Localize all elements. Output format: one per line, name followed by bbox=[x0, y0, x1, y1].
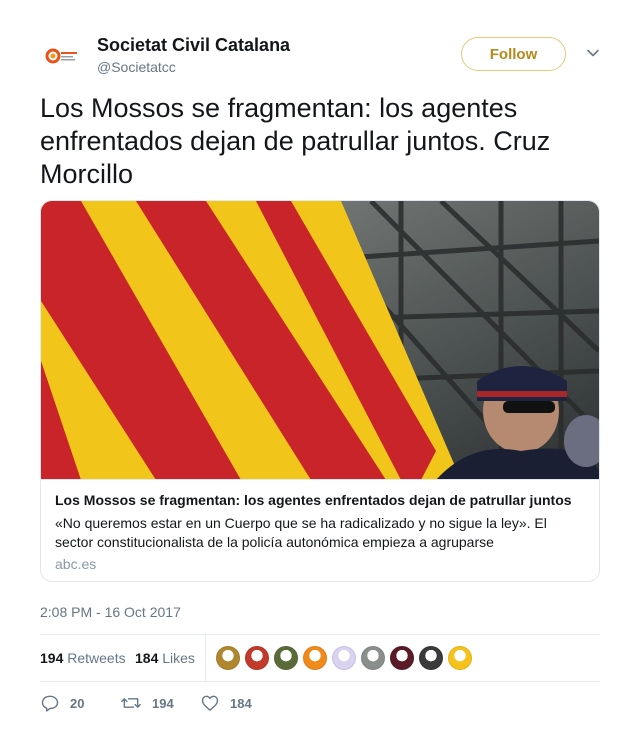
card-image[interactable] bbox=[41, 201, 599, 480]
retweets-stat[interactable]: 194 Retweets bbox=[40, 650, 126, 666]
like-button[interactable]: 184 bbox=[200, 692, 252, 714]
liker-avatar[interactable] bbox=[448, 646, 472, 670]
tweet-timestamp[interactable]: 2:08 PM - 16 Oct 2017 bbox=[40, 604, 181, 620]
likes-stat[interactable]: 184 Likes bbox=[135, 650, 195, 666]
stats-divider bbox=[205, 635, 206, 681]
likes-count: 184 bbox=[135, 650, 159, 666]
author-name[interactable]: Societat Civil Catalana bbox=[97, 35, 290, 56]
card-description: «No queremos estar en un Cuerpo que se h… bbox=[55, 515, 547, 550]
reply-icon bbox=[40, 693, 60, 713]
reply-button[interactable]: 20 bbox=[40, 692, 84, 714]
tweet-actions: 20 194 184 bbox=[40, 692, 600, 716]
liker-avatar[interactable] bbox=[303, 646, 327, 670]
liker-avatar[interactable] bbox=[216, 646, 240, 670]
scc-logo-icon bbox=[40, 32, 88, 80]
link-card[interactable]: Los Mossos se fragmentan: los agentes en… bbox=[40, 200, 600, 582]
author-handle[interactable]: @Societatcc bbox=[97, 59, 176, 75]
liker-avatar[interactable] bbox=[274, 646, 298, 670]
heart-icon bbox=[200, 693, 220, 713]
like-count: 184 bbox=[230, 695, 252, 711]
tweet-stats: 194 Retweets 184 Likes bbox=[40, 634, 600, 682]
retweet-button[interactable]: 194 bbox=[120, 692, 174, 714]
liker-avatar[interactable] bbox=[419, 646, 443, 670]
card-domain[interactable]: abc.es bbox=[55, 556, 96, 572]
tweet-text: Los Mossos se fragmentan: los agentes en… bbox=[40, 93, 551, 189]
liker-avatar[interactable] bbox=[332, 646, 356, 670]
liker-avatar[interactable] bbox=[361, 646, 385, 670]
reply-count: 20 bbox=[70, 695, 85, 711]
retweet-icon bbox=[120, 693, 142, 713]
retweets-label: Retweets bbox=[67, 650, 126, 666]
retweets-count: 194 bbox=[40, 650, 64, 666]
profile-avatar[interactable] bbox=[40, 32, 88, 80]
likes-label: Likes bbox=[162, 650, 195, 666]
tweet-header: Societat Civil Catalana @Societatcc Foll… bbox=[40, 32, 600, 80]
card-title[interactable]: Los Mossos se fragmentan: los agentes en… bbox=[55, 492, 585, 508]
chevron-down-icon[interactable] bbox=[584, 44, 602, 62]
retweet-count: 194 bbox=[152, 695, 174, 711]
follow-button[interactable]: Follow bbox=[461, 37, 566, 71]
liker-avatar[interactable] bbox=[245, 646, 269, 670]
liker-avatar[interactable] bbox=[390, 646, 414, 670]
